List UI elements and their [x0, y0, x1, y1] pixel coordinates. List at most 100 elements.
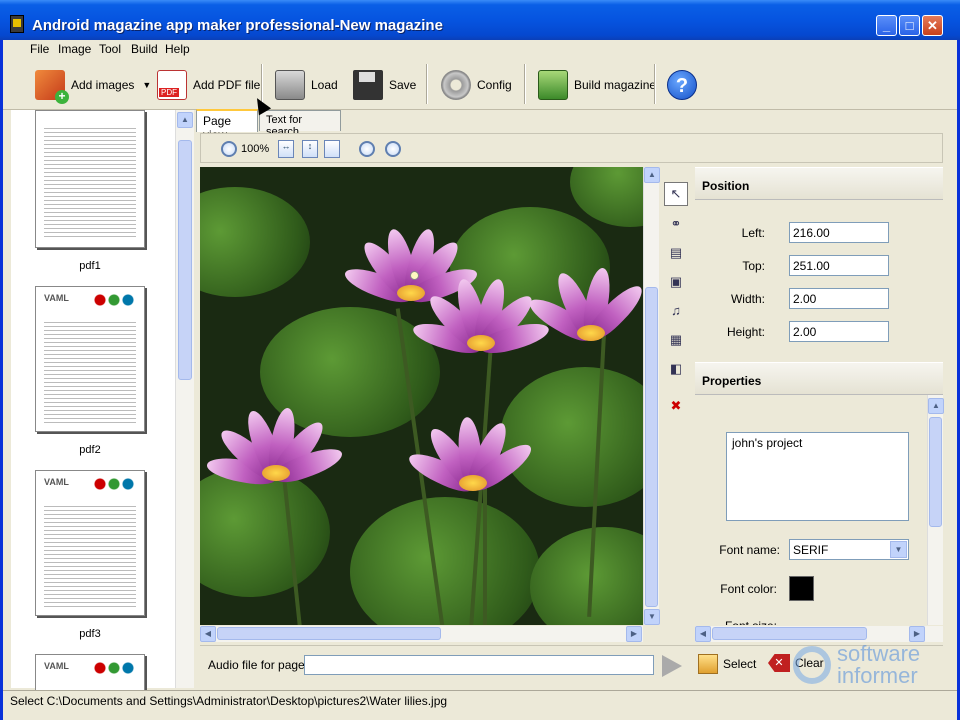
height-field[interactable]: 2.00 — [789, 321, 889, 342]
video-tool-icon[interactable]: ▦ — [667, 331, 685, 349]
page-thumbnail[interactable]: VAML — [35, 470, 145, 616]
thumbnails-scrollbar[interactable]: ▲ — [175, 110, 194, 688]
load-label: Load — [311, 78, 338, 92]
load-icon — [275, 70, 305, 100]
floppy-icon — [353, 70, 383, 100]
font-name-select[interactable]: SERIF ▼ — [789, 539, 909, 560]
help-button[interactable]: ? — [667, 66, 703, 104]
config-label: Config — [477, 78, 512, 92]
add-images-label: Add images — [71, 78, 135, 92]
fit-width-icon[interactable]: ↔ — [278, 140, 294, 158]
scroll-right-icon[interactable]: ▶ — [626, 626, 642, 642]
scroll-thumb[interactable] — [712, 627, 867, 640]
font-color-label: Font color: — [720, 582, 777, 596]
scroll-left-icon[interactable]: ◀ — [200, 626, 216, 642]
scroll-up-icon[interactable]: ▲ — [177, 112, 193, 128]
font-name-value: SERIF — [793, 543, 829, 557]
menu-image[interactable]: Image — [58, 42, 91, 56]
font-size-label: Font size: — [697, 619, 777, 625]
watermark-line2: informer — [837, 663, 918, 688]
properties-heading: Properties — [695, 362, 943, 395]
title-bar[interactable]: Android magazine app maker professional-… — [0, 0, 960, 40]
add-pdf-label: Add PDF file — [193, 78, 261, 92]
add-images-dropdown-icon[interactable]: ▼ — [142, 80, 151, 90]
tab-page-view[interactable]: Page view — [196, 109, 258, 142]
scroll-thumb[interactable] — [217, 627, 441, 640]
save-label: Save — [389, 78, 417, 92]
scroll-thumb[interactable] — [645, 287, 658, 607]
gear-icon — [441, 70, 471, 100]
text-content-field[interactable]: john's project — [726, 432, 909, 521]
build-magazine-button[interactable]: Build magazine — [538, 66, 656, 104]
zoom-level: 100% — [241, 143, 270, 155]
maximize-button[interactable]: □ — [899, 15, 920, 36]
properties-horizontal-scrollbar[interactable]: ◀ ▶ — [695, 626, 943, 642]
tab-text-for-search[interactable]: Text for search — [259, 110, 341, 138]
main-toolbar: + Add images ▼ PDF Add PDF file Load Sav… — [3, 58, 957, 110]
build-icon — [538, 70, 568, 100]
properties-panel: Position Left: 216.00 Top: 251.00 Width:… — [695, 167, 944, 625]
chevron-down-icon[interactable]: ▼ — [890, 541, 907, 558]
canvas-horizontal-scrollbar[interactable]: ◀ ▶ — [200, 626, 643, 642]
save-button[interactable]: Save — [353, 66, 416, 104]
scroll-thumb[interactable] — [929, 417, 942, 527]
toolbar-divider — [654, 64, 656, 104]
page-thumbnail[interactable] — [35, 110, 145, 248]
scroll-down-icon[interactable]: ▼ — [644, 609, 660, 625]
scroll-left-icon[interactable]: ◀ — [695, 626, 711, 642]
page-thumbnail-label: pdf3 — [79, 628, 101, 640]
view-toolbar: 100% ↔ ↕ — [200, 133, 943, 163]
menu-tool[interactable]: Tool — [99, 42, 121, 56]
page-thumbnail[interactable]: VAML — [35, 654, 145, 694]
scroll-up-icon[interactable]: ▲ — [644, 167, 660, 183]
page-canvas[interactable] — [200, 167, 643, 625]
scroll-up-icon[interactable]: ▲ — [928, 398, 944, 414]
menu-file[interactable]: File — [30, 42, 49, 56]
page-thumbnail[interactable]: VAML — [35, 286, 145, 432]
font-name-label: Font name: — [719, 543, 780, 557]
app-window: Android magazine app maker professional-… — [0, 0, 960, 720]
zoom-out-icon[interactable] — [221, 141, 237, 157]
left-field[interactable]: 216.00 — [789, 222, 889, 243]
fit-page-icon[interactable] — [324, 140, 340, 158]
app-icon — [10, 15, 24, 33]
fit-height-icon[interactable]: ↕ — [302, 140, 318, 158]
page-thumbnail-label: pdf2 — [79, 444, 101, 456]
select-audio-button[interactable]: Select — [698, 654, 756, 674]
link-tool-icon[interactable]: ⚭ — [667, 215, 685, 233]
load-button[interactable]: Load — [275, 66, 338, 104]
close-button[interactable]: ✕ — [922, 15, 943, 36]
properties-scrollbar[interactable]: ▲ — [927, 395, 944, 625]
scroll-thumb[interactable] — [178, 140, 192, 380]
play-icon[interactable] — [662, 655, 682, 677]
add-pdf-button[interactable]: PDF Add PDF file — [157, 66, 260, 104]
watermark-logo-icon — [793, 646, 831, 684]
top-label: Top: — [742, 259, 765, 273]
selected-object-handle[interactable] — [410, 271, 419, 280]
pointer-tool-icon[interactable]: ↖ — [664, 182, 688, 206]
audio-tool-icon[interactable]: ♫ — [667, 302, 685, 320]
add-images-button[interactable]: + Add images ▼ — [35, 66, 151, 104]
width-field[interactable]: 2.00 — [789, 288, 889, 309]
zoom-out-icon[interactable] — [359, 141, 375, 157]
text-tool-icon[interactable]: ▤ — [667, 244, 685, 262]
menu-help[interactable]: Help — [165, 42, 190, 56]
pdf-icon: PDF — [157, 70, 187, 100]
font-color-swatch[interactable] — [789, 576, 814, 601]
software-informer-watermark: software informer — [793, 642, 943, 687]
minimize-button[interactable]: _ — [876, 15, 897, 36]
delete-object-icon[interactable]: ✖ — [667, 397, 685, 415]
menu-build[interactable]: Build — [131, 42, 158, 56]
height-label: Height: — [726, 325, 765, 339]
zoom-in-icon[interactable] — [385, 141, 401, 157]
scroll-right-icon[interactable]: ▶ — [909, 626, 925, 642]
top-field[interactable]: 251.00 — [789, 255, 889, 276]
config-button[interactable]: Config — [441, 66, 512, 104]
canvas-vertical-scrollbar[interactable]: ▲ ▼ — [643, 167, 660, 625]
left-label: Left: — [741, 226, 765, 240]
audio-file-input[interactable] — [304, 655, 654, 675]
image-tool-icon[interactable]: ▣ — [667, 273, 685, 291]
width-label: Width: — [730, 292, 765, 306]
gif-tool-icon[interactable]: ◧ — [667, 360, 685, 378]
page-thumbnails-panel: pdf1 VAML pdf2 VAML pdf3 VAML ▲ — [11, 110, 194, 694]
